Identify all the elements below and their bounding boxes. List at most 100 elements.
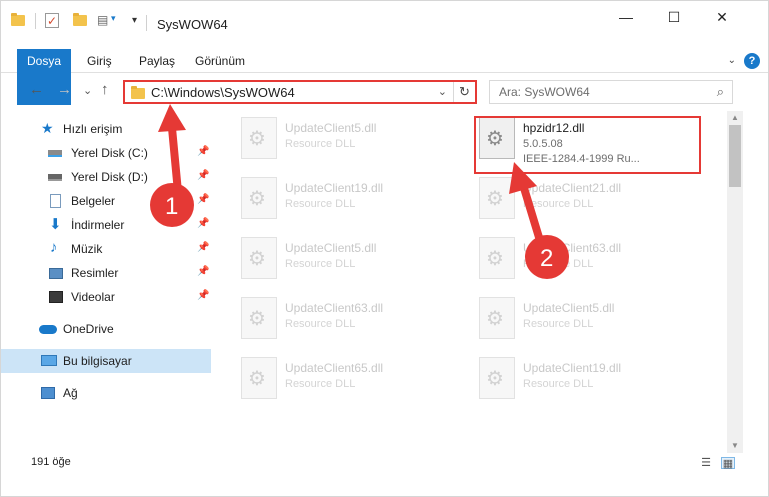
address-path[interactable]: C:\Windows\SysWOW64 (151, 85, 295, 100)
file-description: Resource DLL (285, 198, 356, 210)
file-description: Resource DLL (285, 258, 356, 270)
file-name: UpdateClient19.dll (523, 361, 622, 375)
tab-view[interactable]: Görünüm (185, 49, 255, 73)
pin-icon[interactable]: 📌 (197, 170, 209, 181)
file-item[interactable]: UpdateClient5.dll Resource DLL (213, 113, 443, 169)
close-button[interactable]: ✕ (697, 1, 747, 33)
window-title: SysWOW64 (157, 17, 228, 32)
help-icon[interactable]: ? (744, 53, 760, 69)
new-folder-icon[interactable] (73, 13, 87, 26)
search-icon[interactable]: ⌕ (717, 84, 724, 100)
minimize-button[interactable]: — (601, 1, 651, 33)
star-icon: ★ (41, 120, 54, 136)
tab-share[interactable]: Paylaş (129, 49, 185, 73)
sidebar-label: Videolar (71, 290, 115, 304)
ribbon-tabs: Dosya Giriş Paylaş Görünüm ⌄ ? (1, 49, 768, 105)
sidebar-label: OneDrive (63, 322, 114, 336)
title-divider (146, 15, 147, 31)
customize-quick-access-icon[interactable]: ▤ (97, 13, 108, 27)
sidebar-item-quick-access[interactable]: ★ Hızlı erişim (1, 117, 211, 141)
file-name: UpdateClient63.dll (285, 301, 384, 315)
sidebar-item-onedrive[interactable]: OneDrive (1, 317, 211, 341)
sidebar-item-documents[interactable]: Belgeler 📌 (1, 189, 211, 213)
recent-locations-icon[interactable]: ⌄ (83, 84, 92, 97)
computer-icon (41, 355, 57, 366)
file-item[interactable]: UpdateClient63.dll Resource DLL (213, 293, 443, 349)
dll-file-icon (241, 117, 277, 159)
back-arrow-icon[interactable]: ← (29, 81, 44, 98)
file-item[interactable]: UpdateClient19.dll Resource DLL (451, 353, 681, 409)
pin-icon[interactable]: 📌 (197, 290, 209, 301)
pin-icon[interactable]: 📌 (197, 146, 209, 157)
sidebar-item-music[interactable]: ♪ Müzik 📌 (1, 237, 211, 261)
sidebar-item-pictures[interactable]: Resimler 📌 (1, 261, 211, 285)
pin-icon[interactable]: 📌 (197, 218, 209, 229)
downloads-icon: ⬇ (49, 216, 62, 233)
sidebar-item-network[interactable]: Ağ (1, 381, 211, 405)
forward-arrow-icon[interactable]: → (57, 81, 72, 98)
pin-icon[interactable]: 📌 (197, 266, 209, 277)
properties-icon[interactable]: ✓ (45, 13, 59, 28)
sidebar-label: İndirmeler (71, 218, 125, 232)
refresh-icon[interactable]: ↻ (453, 82, 475, 102)
tiles-view-icon[interactable]: ▦ (721, 457, 735, 470)
item-count: 191 öğe (31, 456, 71, 468)
pin-icon[interactable]: 📌 (197, 242, 209, 253)
dll-file-icon (241, 297, 277, 339)
vertical-scrollbar[interactable]: ▲ ▼ (727, 111, 743, 453)
folder-icon (11, 13, 25, 26)
address-dropdown-icon[interactable]: ⌄ (438, 85, 447, 98)
file-name: UpdateClient5.dll (285, 241, 377, 255)
up-arrow-icon[interactable]: ↑ (101, 81, 109, 98)
sidebar-label: Resimler (71, 266, 119, 280)
network-icon (41, 387, 55, 399)
scrollbar-thumb[interactable] (729, 125, 741, 187)
navigation-pane: ★ Hızlı erişim Yerel Disk (C:) 📌 Yerel D… (1, 113, 211, 451)
sidebar-label: Belgeler (71, 194, 116, 208)
scroll-up-icon[interactable]: ▲ (727, 111, 743, 125)
file-item[interactable]: UpdateClient5.dll Resource DLL (451, 293, 681, 349)
file-name: UpdateClient5.dll (523, 301, 615, 315)
highlight-box (474, 116, 701, 174)
title-bar: ✓ ▤ ▾ ▾ SysWOW64 — ☐ ✕ (1, 1, 768, 45)
drive-icon (48, 150, 62, 157)
file-name: UpdateClient19.dll (285, 181, 384, 195)
dll-file-icon (479, 297, 515, 339)
sidebar-item-disk-c[interactable]: Yerel Disk (C:) 📌 (1, 141, 211, 165)
file-list: UpdateClient5.dll Resource DLL UpdateCli… (213, 111, 725, 453)
maximize-button[interactable]: ☐ (649, 1, 699, 33)
videos-icon (49, 291, 63, 303)
details-view-icon[interactable]: ☰ (699, 457, 713, 469)
dll-file-icon (241, 237, 277, 279)
explorer-window: ✓ ▤ ▾ ▾ SysWOW64 — ☐ ✕ Dosya Giriş Payla… (0, 0, 769, 497)
expand-ribbon-icon[interactable]: ⌄ (728, 55, 736, 66)
sidebar-label: Yerel Disk (D:) (71, 170, 148, 184)
file-description: Resource DLL (523, 198, 594, 210)
file-item[interactable]: UpdateClient21.dll Resource DLL (451, 173, 681, 229)
sidebar-item-videos[interactable]: Videolar 📌 (1, 285, 211, 309)
search-box[interactable]: ⌕ (489, 80, 733, 104)
file-item[interactable]: UpdateClient5.dll Resource DLL (213, 233, 443, 289)
file-description: Resource DLL (285, 378, 356, 390)
sidebar-label: Bu bilgisayar (63, 354, 132, 368)
sidebar-item-downloads[interactable]: ⬇ İndirmeler 📌 (1, 213, 211, 237)
file-description: Resource DLL (523, 258, 594, 270)
sidebar-item-disk-d[interactable]: Yerel Disk (D:) 📌 (1, 165, 211, 189)
toolbar-chevron-icon[interactable]: ▾ (132, 15, 137, 26)
file-item[interactable]: UpdateClient63.dll Resource DLL (451, 233, 681, 289)
drive-icon (48, 174, 62, 181)
dll-file-icon (479, 177, 515, 219)
dll-file-icon (241, 177, 277, 219)
search-input[interactable] (490, 81, 690, 103)
file-item[interactable]: UpdateClient19.dll Resource DLL (213, 173, 443, 229)
quick-access-dropdown-icon[interactable]: ▾ (111, 13, 116, 24)
file-item[interactable]: UpdateClient65.dll Resource DLL (213, 353, 443, 409)
documents-icon (50, 194, 61, 208)
pin-icon[interactable]: 📌 (197, 194, 209, 205)
address-bar[interactable]: C:\Windows\SysWOW64 ⌄ ↻ (123, 80, 477, 104)
sidebar-label: Hızlı erişim (63, 122, 123, 136)
sidebar-item-this-pc[interactable]: Bu bilgisayar (1, 349, 211, 373)
dll-file-icon (479, 357, 515, 399)
sidebar-label: Müzik (71, 242, 103, 256)
tab-home[interactable]: Giriş (77, 49, 122, 73)
